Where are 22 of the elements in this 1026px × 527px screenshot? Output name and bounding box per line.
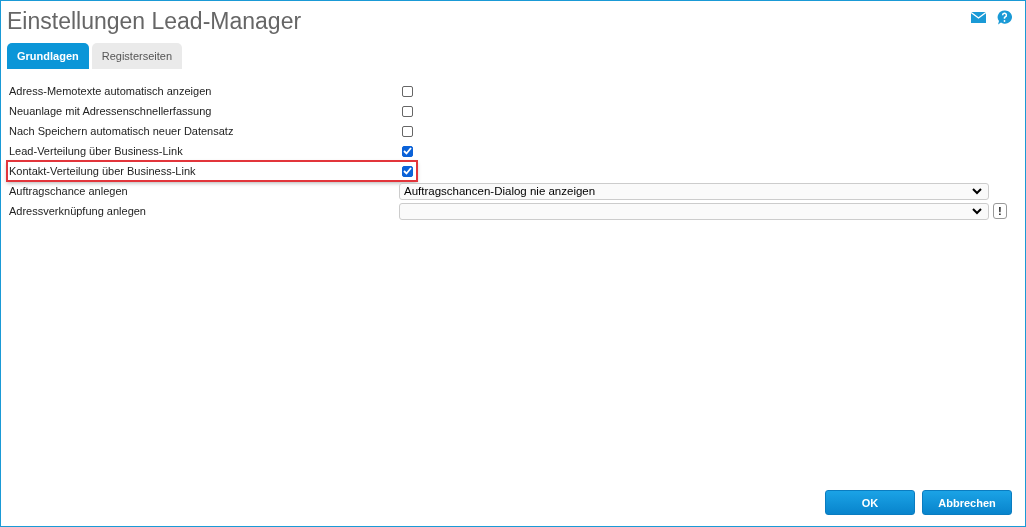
tab[interactable]: Registerseiten: [91, 43, 183, 69]
caret-icon: [972, 187, 982, 195]
checkbox[interactable]: [402, 125, 413, 137]
setting-label: Auftragschance anlegen: [9, 185, 129, 197]
setting-label: Adress-Memotexte automatisch anzeigen: [9, 85, 213, 97]
mail-icon[interactable]: [971, 12, 986, 23]
window-title: Einstellungen Lead-Manager: [7, 8, 302, 35]
checkbox[interactable]: [402, 105, 413, 117]
checkbox[interactable]: [402, 85, 413, 97]
help-icon[interactable]: [997, 10, 1012, 25]
setting-label: Nach Speichern automatisch neuer Datensatz: [9, 125, 235, 137]
setting-label: Adressverknüpfung anlegen: [9, 205, 147, 217]
info-button[interactable]: !: [993, 203, 1007, 219]
checkbox[interactable]: [402, 165, 413, 177]
setting-label: Kontakt-Verteilung über Business-Link: [9, 165, 197, 177]
dropdown[interactable]: Auftragschancen-Dialog nie anzeigen: [399, 182, 989, 200]
setting-label: Neuanlage mit Adressenschnellerfassung: [9, 105, 213, 117]
setting-label: Lead-Verteilung über Business-Link: [9, 145, 184, 157]
cancel-button[interactable]: Abbrechen: [922, 490, 1012, 515]
caret-icon: [972, 207, 982, 215]
ok-button[interactable]: OK: [825, 490, 915, 515]
checkbox[interactable]: [402, 145, 413, 157]
